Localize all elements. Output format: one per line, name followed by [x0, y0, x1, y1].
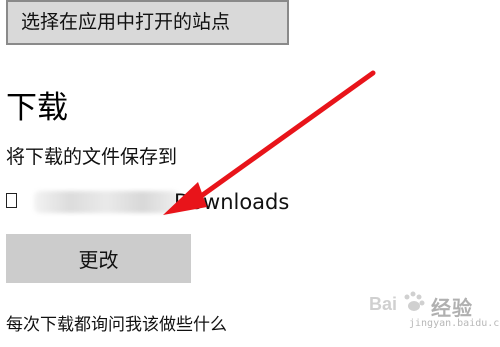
download-path: Downloads — [6, 186, 306, 218]
watermark-text: 经验 — [431, 296, 473, 320]
baidu-jingyan-watermark: Bai 经验 jingyan.baidu.com — [369, 290, 500, 340]
change-download-location-button[interactable]: 更改 — [6, 234, 191, 283]
downloads-title: 下载 — [6, 90, 68, 126]
open-sites-in-apps-button[interactable]: 选择在应用中打开的站点 — [6, 0, 289, 45]
download-path-text: Downloads — [174, 190, 290, 214]
watermark-url: jingyan.baidu.com — [409, 318, 500, 329]
save-location-label: 将下载的文件保存到 — [6, 146, 178, 168]
svg-text:Bai: Bai — [369, 294, 397, 314]
arrow-shaft — [187, 70, 376, 207]
baidu-paw-logo: Bai — [369, 291, 425, 314]
blurred-path-prefix — [34, 191, 179, 213]
folder-icon — [6, 193, 17, 208]
ask-where-to-save-label: 每次下载都询问我该做些什么 — [6, 315, 227, 335]
